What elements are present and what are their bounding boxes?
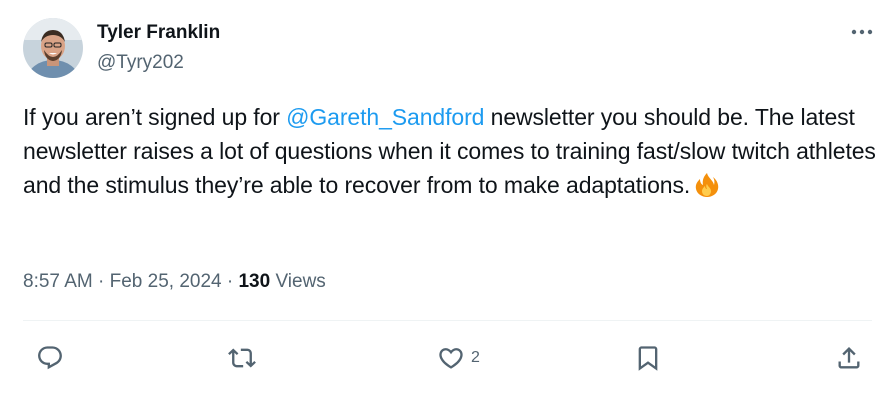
reply-icon <box>38 346 62 370</box>
author-name[interactable]: Tyler Franklin <box>97 22 220 44</box>
tweet-date[interactable]: Feb 25, 2024 <box>110 271 222 292</box>
tweet-meta: 8:57 AM · Feb 25, 2024 · 130 Views <box>23 270 326 294</box>
action-bar: 2 <box>0 338 895 378</box>
author-handle[interactable]: @Tyry202 <box>97 52 184 74</box>
mention-link[interactable]: @Gareth_Sandford <box>286 104 484 130</box>
reply-button[interactable] <box>36 338 64 378</box>
avatar-image <box>23 18 83 78</box>
retweet-icon <box>228 348 256 368</box>
bookmark-icon <box>638 346 658 371</box>
like-button[interactable]: 2 <box>437 338 480 378</box>
share-button[interactable] <box>835 338 863 378</box>
heart-icon <box>439 348 463 369</box>
tweet-text-before: If you aren’t signed up for <box>23 104 287 130</box>
divider <box>23 320 872 321</box>
share-icon <box>838 347 860 369</box>
views-label: Views <box>270 271 326 292</box>
retweet-button[interactable] <box>228 338 256 378</box>
avatar[interactable] <box>23 18 83 78</box>
tweet-card: Tyler Franklin @Tyry202 If you aren’t si… <box>0 0 895 403</box>
meta-separator: · <box>92 271 110 292</box>
tweet-time[interactable]: 8:57 AM <box>23 271 93 292</box>
bookmark-button[interactable] <box>634 338 662 378</box>
tweet-text: If you aren’t signed up for @Gareth_Sand… <box>23 100 883 202</box>
meta-separator: · <box>221 271 239 292</box>
more-dots-icon <box>851 29 873 35</box>
like-count: 2 <box>471 349 480 366</box>
fire-icon <box>694 172 720 198</box>
more-options-button[interactable] <box>847 22 877 42</box>
views-count: 130 <box>238 271 271 292</box>
